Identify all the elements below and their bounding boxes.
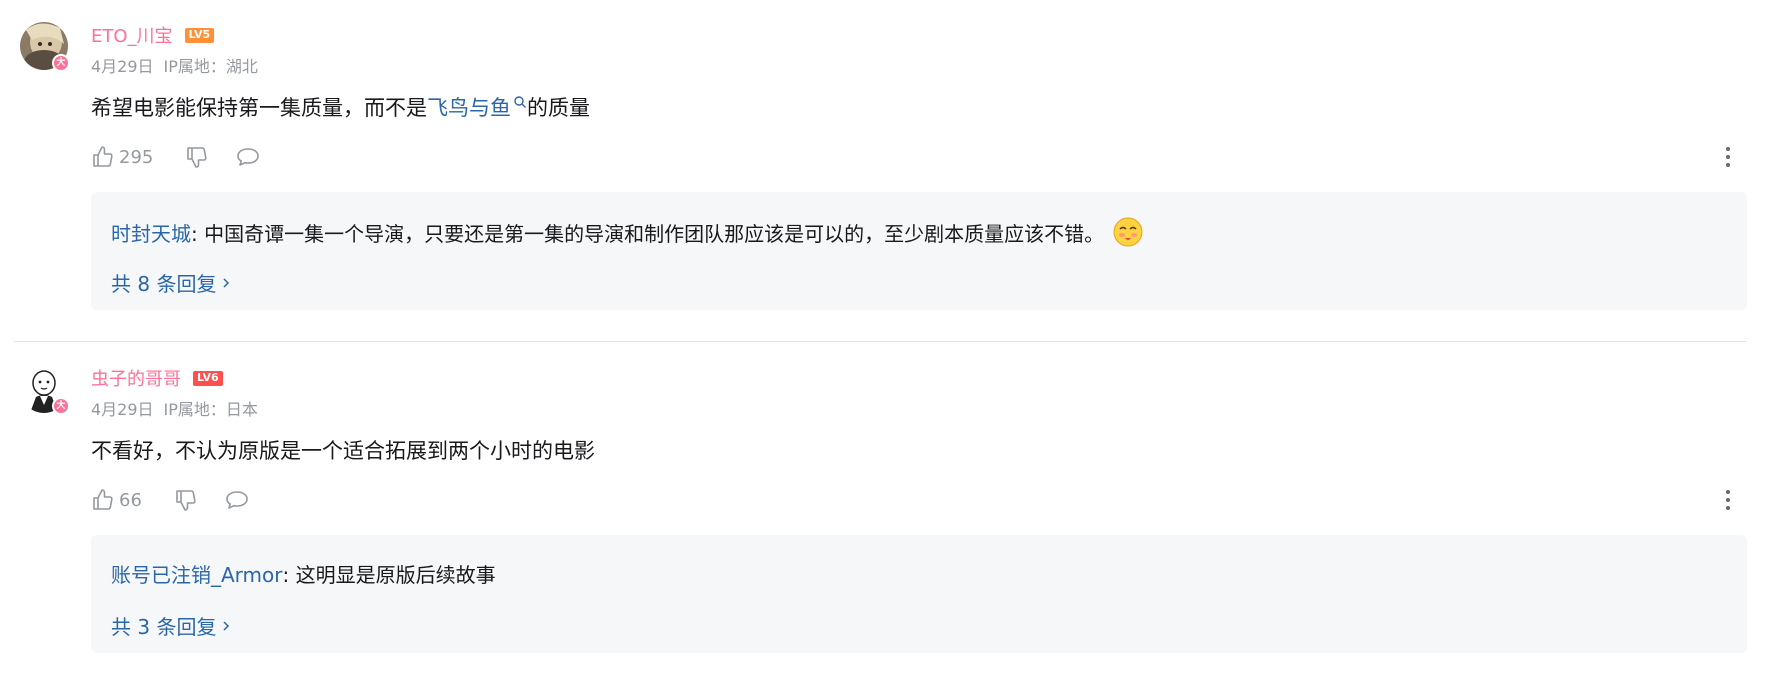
- view-replies-link[interactable]: 共 3 条回复: [111, 611, 230, 640]
- comment-text: 希望电影能保持第一集质量，而不是 飞鸟与鱼 的质量: [91, 92, 590, 122]
- username[interactable]: 虫子的哥哥: [91, 365, 181, 391]
- level-badge: LV6: [193, 370, 223, 386]
- reply-preview-box: 时封天城 : 中国奇谭一集一个导演，只要还是第一集的导演和制作团队那应该是可以的…: [91, 192, 1747, 310]
- like-button[interactable]: 295: [91, 145, 153, 169]
- more-options-icon[interactable]: [1718, 142, 1738, 172]
- reply-preview: 账号已注销_Armor : 这明显是原版后续故事: [111, 559, 496, 588]
- comment-date: 4月29日: [91, 57, 154, 76]
- ip-location: IP属地：日本: [163, 400, 258, 419]
- reply-preview-box: 账号已注销_Armor : 这明显是原版后续故事 共 3 条回复: [91, 535, 1747, 653]
- username[interactable]: ETO_川宝: [91, 22, 173, 48]
- reply-text: : 中国奇谭一集一个导演，只要还是第一集的导演和制作团队那应该是可以的，至少剧本…: [191, 221, 1105, 246]
- like-count: 295: [119, 146, 154, 168]
- reply-preview: 时封天城 : 中国奇谭一集一个导演，只要还是第一集的导演和制作团队那应该是可以的…: [111, 216, 1144, 248]
- keyword-search-link[interactable]: 飞鸟与鱼: [427, 92, 527, 122]
- chevron-right-icon: [223, 277, 230, 288]
- comment-divider: [14, 341, 1747, 342]
- comment-meta: 4月29日 IP属地：湖北: [91, 53, 258, 77]
- ip-location: IP属地：湖北: [163, 57, 258, 76]
- thumbs-down-icon: [187, 147, 207, 168]
- comment-text: 不看好，不认为原版是一个适合拓展到两个小时的电影: [91, 439, 595, 463]
- comment-meta: 4月29日 IP属地：日本: [91, 396, 258, 420]
- reply-text: : 这明显是原版后续故事: [282, 563, 496, 587]
- chevron-right-icon: [223, 620, 230, 631]
- reply-button[interactable]: [224, 488, 250, 512]
- comment-bubble-icon: [237, 148, 260, 166]
- more-options-icon[interactable]: [1718, 485, 1738, 515]
- reply-button[interactable]: [235, 145, 261, 169]
- reply-username[interactable]: 账号已注销_Armor: [111, 559, 283, 588]
- dislike-button[interactable]: [185, 145, 209, 169]
- search-icon: [514, 96, 526, 108]
- comment-bubble-icon: [226, 491, 248, 509]
- dislike-button[interactable]: [174, 488, 198, 512]
- avatar[interactable]: 大: [20, 365, 70, 415]
- like-button[interactable]: 66: [91, 488, 142, 512]
- thumbs-up-icon: [93, 489, 113, 510]
- thumbs-up-icon: [93, 146, 113, 167]
- thumbs-down-icon: [176, 490, 196, 511]
- view-replies-link[interactable]: 共 8 条回复: [111, 268, 230, 297]
- vip-badge: 大: [52, 54, 70, 72]
- comment-item: 大 虫子的哥哥 LV6 4月29日 IP属地：日本 不看好，不认为原版是一个适合…: [0, 365, 1780, 665]
- comment-date: 4月29日: [91, 400, 154, 419]
- vip-badge: 大: [52, 397, 70, 415]
- reply-username[interactable]: 时封天城: [111, 218, 191, 247]
- level-badge: LV5: [184, 27, 215, 43]
- comment-item: 大 ETO_川宝 LV5 4月29日 IP属地：湖北 希望电影能保持第一集质量，…: [0, 22, 1780, 322]
- avatar[interactable]: 大: [20, 22, 70, 72]
- like-count: 66: [119, 489, 142, 511]
- emoji-icon: [1113, 217, 1143, 247]
